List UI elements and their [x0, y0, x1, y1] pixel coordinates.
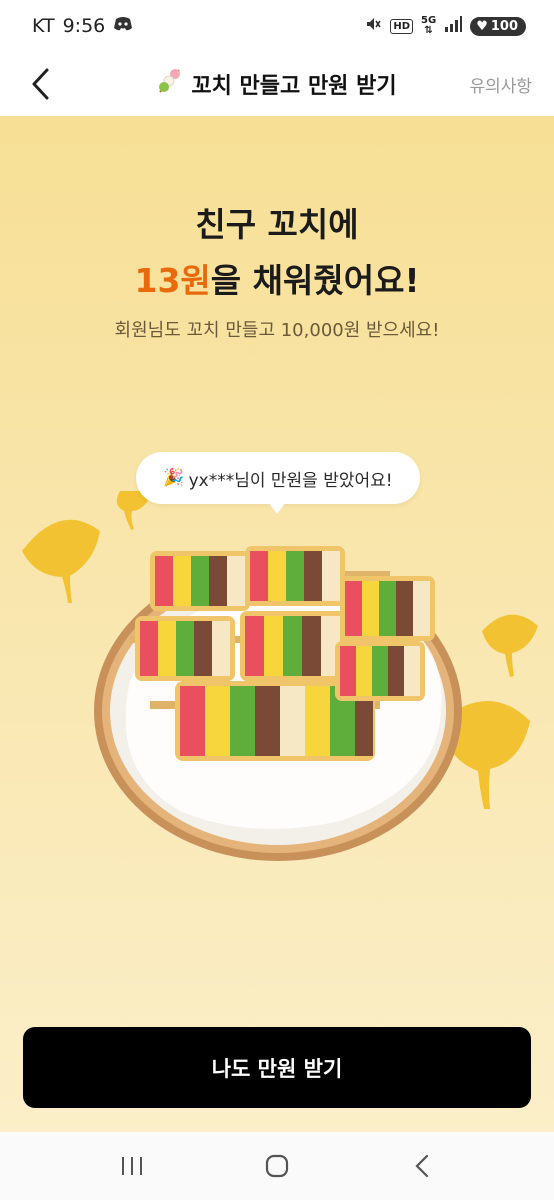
- chevron-left-icon: [32, 68, 49, 100]
- skewer-emoji-icon: [157, 67, 183, 101]
- ginkgo-leaf-icon: [482, 614, 538, 677]
- party-popper-icon: 🎉: [163, 468, 185, 488]
- recent-winner-bubble: 🎉 yx***님이 만원을 받았어요!: [136, 452, 420, 504]
- mute-icon: [364, 15, 382, 37]
- clock: 9:56: [62, 15, 106, 37]
- recent-apps-button[interactable]: [112, 1146, 152, 1186]
- hero-section: 친구 꼬치에 13원을 채워줬어요! 회원님도 꼬치 만들고 10,000원 받…: [0, 116, 554, 1132]
- page-title: 꼬치 만들고 만원 받기: [157, 67, 397, 101]
- status-right: HD 5G ⇅ ♥ 100: [364, 15, 526, 37]
- page-title-text: 꼬치 만들고 만원 받기: [191, 74, 397, 99]
- reward-amount: 13원: [134, 261, 211, 300]
- status-bar: KT 9:56 HD 5G ⇅ ♥ 100: [0, 0, 554, 52]
- system-nav-bar: [0, 1132, 554, 1200]
- carrier-label: KT: [32, 15, 55, 37]
- skewer-basket-illustration: [22, 491, 538, 861]
- system-back-button[interactable]: [402, 1146, 442, 1186]
- recent-winner-text: yx***님이 만원을 받았어요!: [188, 470, 393, 491]
- hd-badge: HD: [390, 18, 414, 34]
- bubble-tail: [268, 502, 286, 514]
- hero-headline-rest: 을 채워줬어요!: [210, 261, 420, 300]
- notice-link[interactable]: 유의사항: [469, 72, 532, 97]
- hero-headline-line2: 13원을 채워줬어요!: [0, 254, 554, 302]
- signal-icon: [444, 16, 463, 36]
- battery-indicator: ♥ 100: [470, 16, 526, 36]
- network-label: 5G: [421, 15, 437, 26]
- hero-headline-line1: 친구 꼬치에: [195, 205, 359, 244]
- heart-icon: ♥: [476, 18, 488, 34]
- battery-level: 100: [490, 18, 518, 34]
- status-left: KT 9:56: [32, 15, 133, 37]
- back-button[interactable]: [22, 66, 58, 102]
- claim-reward-button[interactable]: 나도 만원 받기: [23, 1027, 531, 1108]
- app-header: 꼬치 만들고 만원 받기 유의사항: [0, 52, 554, 116]
- recent-apps-icon: [122, 1157, 143, 1175]
- ginkgo-leaf-icon: [22, 519, 100, 603]
- back-icon: [415, 1154, 428, 1178]
- network-5g-icon: 5G ⇅: [421, 15, 437, 36]
- home-button[interactable]: [257, 1146, 297, 1186]
- discord-icon: [113, 15, 133, 37]
- home-icon: [265, 1154, 289, 1178]
- hero-subtitle: 회원님도 꼬치 만들고 10,000원 받으세요!: [114, 320, 440, 341]
